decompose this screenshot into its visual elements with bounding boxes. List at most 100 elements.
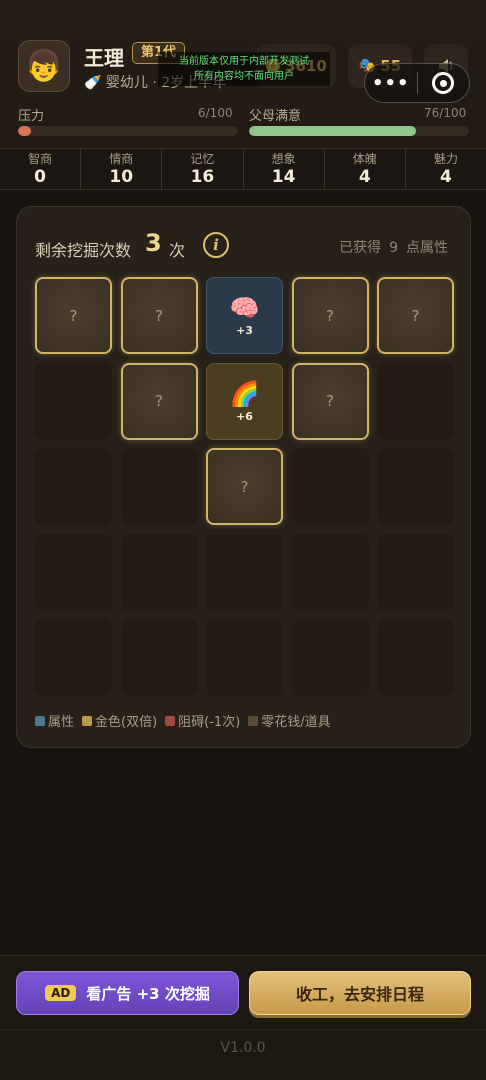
avatar-icon: 👦 xyxy=(25,48,63,84)
question-mark: ? xyxy=(155,392,163,410)
question-mark: ? xyxy=(326,392,334,410)
stat-value: 10 xyxy=(109,167,134,187)
legend-label: 金色(双倍) xyxy=(95,715,158,730)
stat-label: 记忆 xyxy=(190,152,215,166)
dig-cell-empty xyxy=(206,533,283,611)
dig-cell-empty xyxy=(377,448,454,525)
legend-item: 金色(双倍) xyxy=(82,711,157,730)
dig-cell-empty xyxy=(377,533,454,611)
dig-cell-empty xyxy=(291,448,369,525)
question-mark: ? xyxy=(240,477,249,496)
more-menu-button[interactable]: ••• xyxy=(365,73,417,94)
legend-label: 阻碍(-1次) xyxy=(178,715,241,730)
stat-value: 14 xyxy=(271,167,296,187)
finish-button[interactable]: 收工，去安排日程 xyxy=(249,971,471,1015)
dig-cell-empty xyxy=(120,448,198,525)
dig-cell-empty xyxy=(35,362,112,440)
stats-row: 智商 0 情商 10 记忆 16 想象 14 体魄 4 魅力 4 xyxy=(0,148,486,190)
dig-cell-hidden[interactable]: ? xyxy=(35,277,112,354)
gained-value: 9 xyxy=(389,240,398,256)
dig-cell-empty xyxy=(377,362,454,440)
dig-cell-hidden[interactable]: ? xyxy=(120,362,198,440)
info-button[interactable]: i xyxy=(203,232,229,258)
legend-swatch xyxy=(248,715,259,726)
dig-cell-empty xyxy=(120,533,198,611)
stat-value: 4 xyxy=(358,167,371,187)
stat-label: 魅力 xyxy=(433,152,458,166)
dig-cell-gold: 🌈 +6 xyxy=(206,362,283,440)
reward-gain: +3 xyxy=(236,324,253,337)
gained-suffix: 点属性 xyxy=(406,240,448,256)
remaining-digs-unit: 次 xyxy=(169,241,186,260)
ad-badge: AD xyxy=(45,985,77,1001)
question-mark: ? xyxy=(69,306,78,325)
stat-item: 智商 0 xyxy=(0,149,82,189)
dev-notice-line2: 所有内容均不面向用户 xyxy=(194,71,294,82)
stat-item: 体魄 4 xyxy=(325,149,406,189)
parent-satisfaction-bar-fill xyxy=(249,126,417,136)
dig-cell-empty xyxy=(377,619,454,696)
avatar[interactable]: 👦 xyxy=(18,40,70,92)
legend-label: 属性 xyxy=(48,715,75,730)
stat-label: 想象 xyxy=(271,152,296,166)
stat-label: 体魄 xyxy=(352,152,377,166)
reward-icon: 🧠 xyxy=(229,294,260,322)
info-icon: i xyxy=(213,236,219,254)
parent-satisfaction-value: 76/100 xyxy=(424,106,467,120)
legend-label: 零花钱/道具 xyxy=(261,715,331,730)
parent-satisfaction-label: 父母满意 xyxy=(249,109,302,124)
dig-cell-hidden[interactable]: ? xyxy=(206,448,283,525)
bottom-bar: AD 看广告 +3 次挖掘 收工，去安排日程 V1.0.0 xyxy=(0,955,486,1080)
watch-ad-button[interactable]: AD 看广告 +3 次挖掘 xyxy=(16,971,239,1015)
stat-value: 16 xyxy=(190,167,215,187)
close-miniprogram-button[interactable] xyxy=(417,72,469,94)
legend-item: 阻碍(-1次) xyxy=(165,711,240,730)
legend-item: 属性 xyxy=(35,711,74,730)
stat-item: 情商 10 xyxy=(81,149,163,189)
dig-cell-empty xyxy=(291,619,369,696)
dig-cell-empty xyxy=(35,448,112,525)
dig-cell-hidden[interactable]: ? xyxy=(291,362,369,440)
dig-cell-empty xyxy=(35,619,112,696)
pressure-value: 6/100 xyxy=(198,106,233,120)
baby-bottle-icon: 🍼 xyxy=(84,75,102,91)
reward-icon: 🌈 xyxy=(229,379,260,408)
dig-cell-empty xyxy=(35,533,112,611)
dig-cell-empty xyxy=(291,533,369,611)
dig-cell-hidden[interactable]: ? xyxy=(377,277,454,354)
dig-cell-hidden[interactable]: ? xyxy=(120,277,198,354)
question-mark: ? xyxy=(411,306,420,325)
remaining-digs-label: 剩余挖掘次数 xyxy=(35,241,132,260)
pressure-label: 压力 xyxy=(18,109,45,124)
legend-swatch xyxy=(165,715,176,726)
stat-item: 记忆 16 xyxy=(162,149,244,189)
dig-panel: 剩余挖掘次数 3 次 i 已获得 9 点属性 ?? 🧠 +3??? 🌈 +6?? 属性 金色(… xyxy=(16,206,471,748)
question-mark: ? xyxy=(326,306,334,325)
header: 👦 王理 第1代 🍼 婴幼儿 · 2岁上半年 3610 🎭 55 当前版本仅用于… xyxy=(0,0,486,148)
stat-item: 魅力 4 xyxy=(406,149,486,189)
dev-notice-line1: 当前版本仅用于内部开发测试 xyxy=(179,56,309,67)
legend-swatch xyxy=(82,715,93,726)
dig-cell-empty xyxy=(120,619,198,696)
miniprogram-capsule: ••• xyxy=(364,63,470,103)
stat-value: 4 xyxy=(440,167,452,187)
remaining-digs-value: 3 xyxy=(145,229,162,257)
dig-cell-empty xyxy=(206,619,283,696)
watch-ad-label: 看广告 +3 次挖掘 xyxy=(86,984,210,1003)
dev-notice: 当前版本仅用于内部开发测试 所有内容均不面向用户 xyxy=(158,52,330,86)
stat-item: 想象 14 xyxy=(244,149,325,189)
stat-value: 0 xyxy=(34,167,46,187)
gained-points: 已获得 9 点属性 xyxy=(335,237,452,257)
parent-satisfaction-bar xyxy=(249,126,469,136)
divider xyxy=(0,1029,486,1030)
player-name: 王理 xyxy=(84,46,124,70)
legend-item: 零花钱/道具 xyxy=(248,711,331,730)
legend: 属性 金色(双倍) 阻碍(-1次) 零花钱/道具 xyxy=(35,711,331,730)
target-icon xyxy=(432,72,455,94)
pressure-bar-fill xyxy=(18,126,32,136)
stat-label: 智商 xyxy=(28,152,53,166)
pressure-bar xyxy=(18,126,238,136)
legend-swatch xyxy=(35,715,45,726)
dig-cell-hidden[interactable]: ? xyxy=(291,277,369,354)
dig-cell-attribute: 🧠 +3 xyxy=(206,277,283,354)
